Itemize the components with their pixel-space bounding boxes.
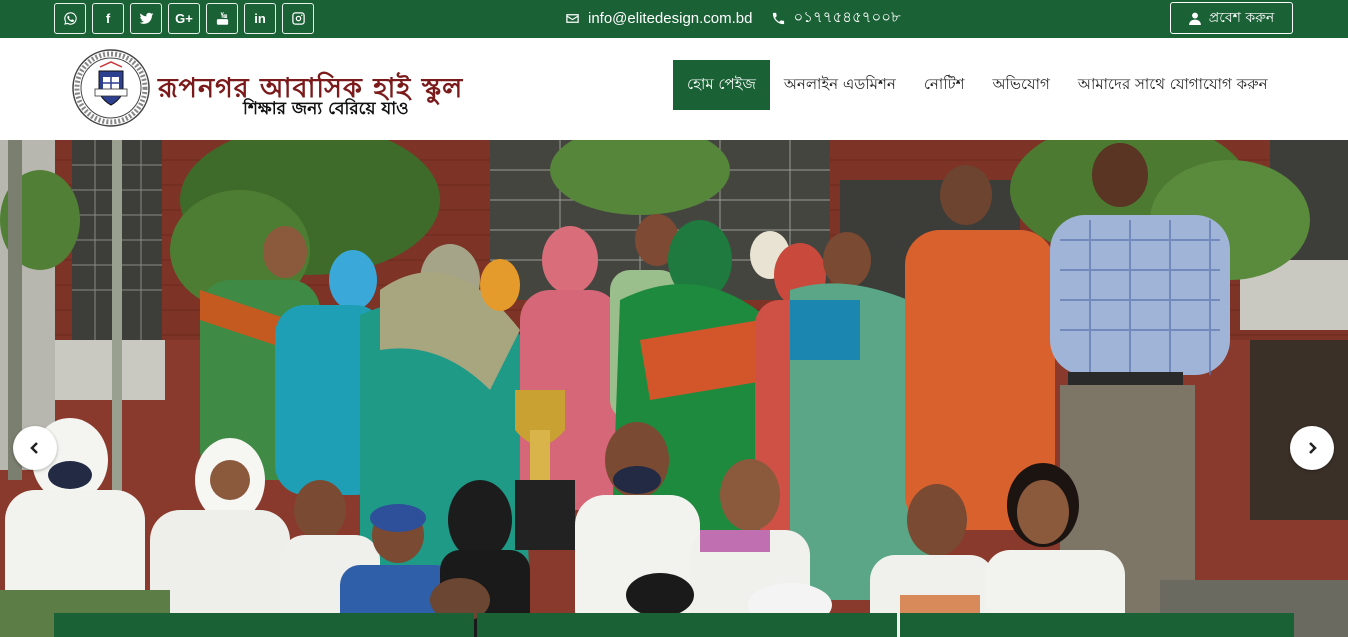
feature-box-3 (900, 613, 1294, 637)
whatsapp-icon[interactable] (54, 3, 86, 34)
email-contact[interactable]: info@elitedesign.com.bd (565, 10, 753, 27)
phone-icon (772, 12, 784, 24)
nav-online-admission[interactable]: অনলাইন এডমিশন (770, 60, 910, 110)
linkedin-icon[interactable]: in (244, 3, 276, 34)
user-icon (1188, 12, 1201, 25)
chevron-left-icon (30, 442, 38, 454)
nav-notice[interactable]: নোটিশ (910, 60, 979, 110)
slider-next-button[interactable] (1290, 426, 1334, 470)
main-nav: হোম পেইজ অনলাইন এডমিশন নোটিশ অভিযোগ আমাদ… (673, 60, 1282, 110)
top-bar: f G+ in info@elitedesign.com.bd ০১৭৭৫৪৫৭… (0, 0, 1348, 38)
email-text: info@elitedesign.com.bd (588, 9, 753, 27)
site-header: রূপনগর আবাসিক হাই স্কুল শিক্ষার জন্য বের… (0, 38, 1348, 140)
login-label: প্রবেশ করুন (1208, 10, 1275, 26)
youtube-icon[interactable] (206, 3, 238, 34)
chevron-right-icon (1309, 442, 1317, 454)
nav-complaint[interactable]: অভিযোগ (979, 60, 1064, 110)
nav-contact-us[interactable]: আমাদের সাথে যোগাযোগ করুন (1064, 60, 1282, 110)
twitter-icon[interactable] (130, 3, 162, 34)
feature-box-1 (54, 613, 474, 637)
google-plus-icon[interactable]: G+ (168, 3, 200, 34)
social-links: f G+ in (54, 3, 314, 34)
google-plus-glyph: G+ (175, 11, 193, 26)
slider-prev-button[interactable] (13, 426, 57, 470)
facebook-icon[interactable]: f (92, 3, 124, 34)
login-button[interactable]: প্রবেশ করুন (1170, 2, 1293, 34)
feature-box-2 (477, 613, 897, 637)
facebook-glyph: f (105, 11, 111, 26)
contact-info: info@elitedesign.com.bd ০১৭৭৫৪৫৭০০৮ (565, 0, 901, 36)
slide-image (0, 140, 1348, 637)
nav-home[interactable]: হোম পেইজ (673, 60, 770, 110)
phone-contact[interactable]: ০১৭৭৫৪৫৭০০৮ (771, 6, 901, 31)
envelope-icon (566, 13, 579, 23)
instagram-icon[interactable] (282, 3, 314, 34)
school-logo[interactable] (70, 49, 152, 127)
school-tagline: শিক্ষার জন্য বেরিয়ে যাও (243, 99, 409, 119)
linkedin-glyph: in (254, 11, 266, 26)
hero-slider (0, 140, 1348, 637)
phone-text: ০১৭৭৫৪৫৭০০৮ (793, 8, 901, 26)
